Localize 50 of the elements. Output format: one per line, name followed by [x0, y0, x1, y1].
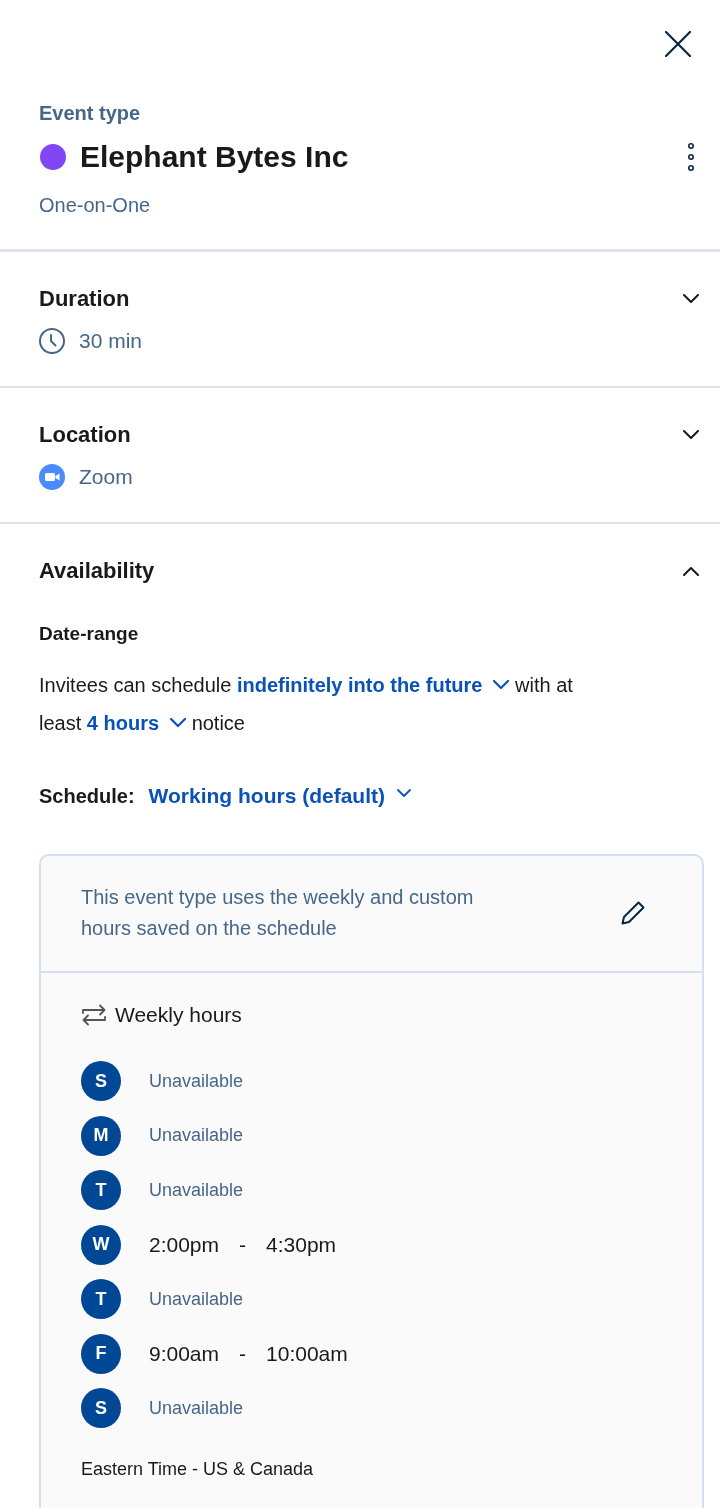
schedule-label: Schedule: — [39, 784, 135, 808]
day-initial-badge: F — [81, 1333, 121, 1374]
date-range-dropdown[interactable]: 4 hours — [86, 704, 187, 742]
chevron-down-icon — [397, 789, 411, 797]
weekly-hours-title: Weekly hours — [115, 1002, 242, 1028]
location-value: Zoom — [79, 464, 133, 490]
chevron-down-icon — [493, 680, 510, 691]
day-initial-badge: S — [81, 1061, 121, 1102]
schedule-note: This event type uses the weekly and custom hours saved on the schedule — [81, 885, 475, 941]
event-kind: One-on-One — [39, 193, 152, 218]
day-initial-badge: T — [81, 1170, 121, 1211]
unavailable-label: Unavailable — [149, 1397, 244, 1419]
duration-value: 30 min — [79, 328, 143, 354]
timezone-label: Eastern Time - US & Canada — [81, 1457, 315, 1481]
unavailable-label: Unavailable — [149, 1125, 244, 1147]
schedule-dropdown[interactable]: Working hours (default) — [148, 784, 411, 808]
end-time: 10:00am — [266, 1341, 348, 1366]
section-title: Availability — [39, 557, 155, 585]
video-camera-icon — [39, 464, 65, 490]
date-range-heading: Date-range — [39, 622, 140, 646]
eyebrow-label: Event type — [39, 101, 142, 126]
time-separator: - — [239, 1341, 247, 1366]
chevron-up-icon[interactable] — [683, 566, 699, 576]
end-time: 4:30pm — [266, 1232, 337, 1257]
clock-icon — [39, 328, 65, 354]
day-initial-badge: W — [81, 1224, 121, 1265]
repeat-icon — [81, 1003, 107, 1027]
unavailable-label: Unavailable — [149, 1288, 244, 1310]
section-title: Duration — [39, 285, 130, 313]
unavailable-label: Unavailable — [149, 1070, 244, 1092]
day-initial-badge: M — [81, 1115, 121, 1156]
day-initial-badge: T — [81, 1279, 121, 1320]
chevron-down-icon — [170, 718, 187, 729]
close-icon — [665, 31, 691, 57]
close-button[interactable] — [663, 29, 693, 59]
chevron-down-icon[interactable] — [683, 430, 699, 440]
chevron-down-icon[interactable] — [683, 294, 699, 304]
edit-button[interactable] — [618, 898, 648, 928]
date-range-sentence: Invitees can schedule indefinitely into the future with at least 4 hours notice — [39, 666, 579, 742]
section-title: Location — [39, 421, 131, 449]
time-separator: - — [239, 1232, 247, 1257]
start-time: 9:00am — [149, 1341, 220, 1366]
day-initial-badge: S — [81, 1388, 121, 1429]
start-time: 2:00pm — [149, 1232, 220, 1257]
event-title: Elephant Bytes Inc — [80, 139, 350, 175]
more-options-button[interactable] — [686, 141, 696, 173]
pencil-icon — [620, 900, 646, 926]
unavailable-label: Unavailable — [149, 1179, 244, 1201]
date-range-dropdown[interactable]: indefinitely into the future — [236, 666, 510, 704]
vertical-dots-icon — [688, 143, 694, 171]
